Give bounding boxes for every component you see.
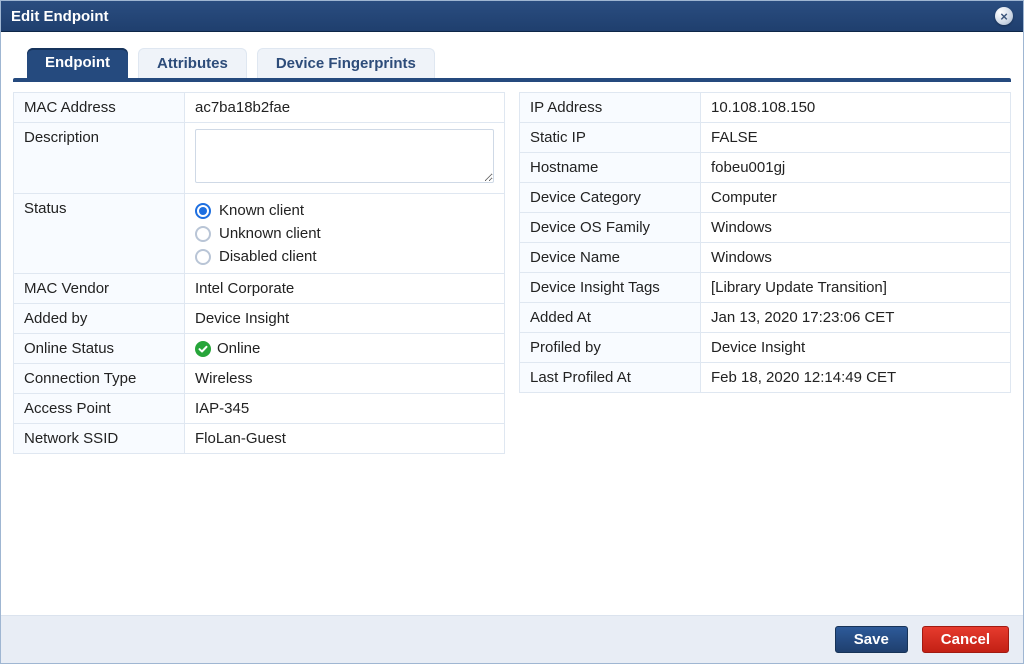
edit-endpoint-dialog: Edit Endpoint × Endpoint Attributes Devi… [0, 0, 1024, 664]
label-connection-type: Connection Type [14, 364, 185, 394]
dialog-body: Endpoint Attributes Device Fingerprints … [1, 32, 1023, 615]
tab-device-fingerprints[interactable]: Device Fingerprints [257, 48, 435, 78]
label-mac-vendor: MAC Vendor [14, 274, 185, 304]
save-button[interactable]: Save [835, 626, 908, 653]
value-mac-address: ac7ba18b2fae [185, 93, 505, 123]
close-button[interactable]: × [995, 7, 1013, 25]
radio-label: Unknown client [219, 225, 321, 242]
value-added-at: Jan 13, 2020 17:23:06 CET [701, 303, 1011, 333]
value-last-profiled-at: Feb 18, 2020 12:14:49 CET [701, 363, 1011, 393]
label-added-at: Added At [520, 303, 701, 333]
label-profiled-by: Profiled by [520, 333, 701, 363]
close-icon: × [1000, 10, 1008, 23]
value-ip-address: 10.108.108.150 [701, 93, 1011, 123]
tab-label: Attributes [157, 55, 228, 72]
label-added-by: Added by [14, 304, 185, 334]
dialog-titlebar: Edit Endpoint × [1, 1, 1023, 32]
dialog-title: Edit Endpoint [11, 8, 108, 25]
radio-known-client[interactable]: Known client [195, 202, 494, 219]
value-profiled-by: Device Insight [701, 333, 1011, 363]
value-online-status: Online [217, 340, 260, 357]
label-device-name: Device Name [520, 243, 701, 273]
label-access-point: Access Point [14, 394, 185, 424]
radio-unknown-client[interactable]: Unknown client [195, 225, 494, 242]
label-device-category: Device Category [520, 183, 701, 213]
label-last-profiled-at: Last Profiled At [520, 363, 701, 393]
save-button-label: Save [854, 631, 889, 648]
left-table: MAC Address ac7ba18b2fae Description Sta… [13, 92, 505, 454]
right-table: IP Address 10.108.108.150 Static IP FALS… [519, 92, 1011, 393]
radio-label: Disabled client [219, 248, 317, 265]
value-added-by: Device Insight [185, 304, 505, 334]
tab-label: Device Fingerprints [276, 55, 416, 72]
value-hostname: fobeu001gj [701, 153, 1011, 183]
label-device-os-family: Device OS Family [520, 213, 701, 243]
cancel-button[interactable]: Cancel [922, 626, 1009, 653]
label-network-ssid: Network SSID [14, 424, 185, 454]
online-status-wrap: Online [195, 340, 494, 357]
label-mac-address: MAC Address [14, 93, 185, 123]
value-connection-type: Wireless [185, 364, 505, 394]
tab-attributes[interactable]: Attributes [138, 48, 247, 78]
label-device-insight-tags: Device Insight Tags [520, 273, 701, 303]
value-access-point: IAP-345 [185, 394, 505, 424]
value-device-name: Windows [701, 243, 1011, 273]
value-static-ip: FALSE [701, 123, 1011, 153]
label-description: Description [14, 123, 185, 194]
value-device-insight-tags: [Library Update Transition] [701, 273, 1011, 303]
check-circle-icon [195, 341, 211, 357]
radio-icon [195, 203, 211, 219]
tab-label: Endpoint [45, 54, 110, 71]
value-device-category: Computer [701, 183, 1011, 213]
label-static-ip: Static IP [520, 123, 701, 153]
cell-status: Known client Unknown client Disabled cli… [185, 194, 505, 274]
description-textarea[interactable] [195, 129, 494, 183]
value-device-os-family: Windows [701, 213, 1011, 243]
value-mac-vendor: Intel Corporate [185, 274, 505, 304]
radio-icon [195, 249, 211, 265]
radio-disabled-client[interactable]: Disabled client [195, 248, 494, 265]
right-column: IP Address 10.108.108.150 Static IP FALS… [519, 92, 1011, 605]
value-network-ssid: FloLan-Guest [185, 424, 505, 454]
cancel-button-label: Cancel [941, 631, 990, 648]
radio-icon [195, 226, 211, 242]
left-column: MAC Address ac7ba18b2fae Description Sta… [13, 92, 505, 605]
cell-online-status: Online [185, 334, 505, 364]
tab-endpoint[interactable]: Endpoint [27, 48, 128, 78]
label-ip-address: IP Address [520, 93, 701, 123]
label-online-status: Online Status [14, 334, 185, 364]
radio-label: Known client [219, 202, 304, 219]
dialog-footer: Save Cancel [1, 615, 1023, 663]
label-status: Status [14, 194, 185, 274]
label-hostname: Hostname [520, 153, 701, 183]
cell-description [185, 123, 505, 194]
form-area: MAC Address ac7ba18b2fae Description Sta… [13, 82, 1011, 605]
tab-bar: Endpoint Attributes Device Fingerprints [13, 48, 1011, 78]
status-radio-group: Known client Unknown client Disabled cli… [195, 200, 494, 267]
